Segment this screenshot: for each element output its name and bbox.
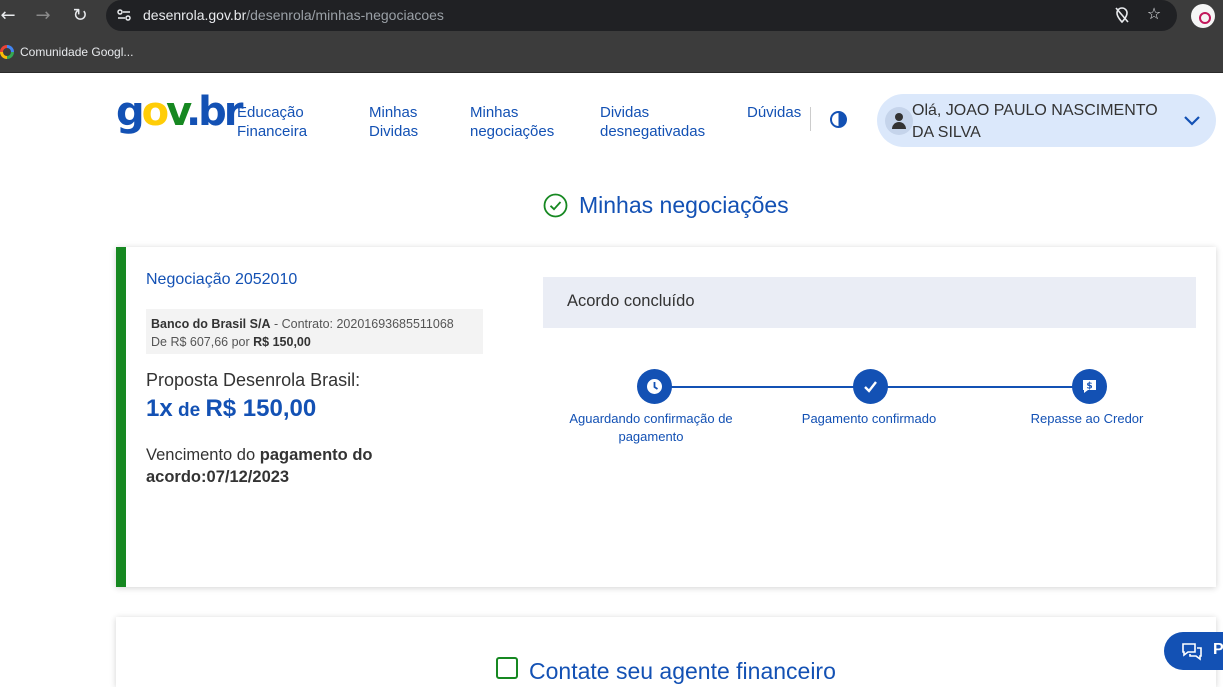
bookmarks-bar: Comunidade Googl... — [0, 32, 1223, 73]
negotiation-card: Negociação 2052010 Banco do Brasil S/A -… — [116, 247, 1216, 587]
nav-label: desnegativadas — [600, 123, 706, 140]
chat-icon — [1182, 643, 1202, 661]
google-icon — [0, 45, 14, 59]
installment-value: R$ 150,00 — [205, 395, 317, 422]
step-1-label: Aguardando confirmação de pagamento — [569, 411, 733, 444]
contact-card: Contate seu agente financeiro — [116, 617, 1216, 687]
forward-button[interactable]: → — [31, 4, 55, 28]
step-2-label: Pagamento confirmado — [801, 411, 937, 426]
money-chat-icon: $ — [1083, 380, 1096, 393]
contrast-icon[interactable] — [830, 111, 847, 128]
bookmark-star-icon[interactable]: ☆ — [1144, 5, 1164, 25]
proposal-de: de — [172, 400, 206, 421]
url-path: /desenrola/minhas-negociacoes — [246, 7, 444, 23]
nav-label: Financeira — [237, 123, 308, 140]
chat-label: P — [1213, 641, 1223, 658]
logo-dot: . — [185, 89, 201, 135]
site-settings-icon[interactable] — [116, 7, 132, 23]
proposal-value: 1x de R$ 150,00 — [146, 395, 316, 423]
step-3-label: Repasse ao Credor — [1030, 411, 1144, 426]
nav-label: Minhas — [369, 104, 418, 121]
nav-divider — [810, 107, 811, 131]
contact-title: Contate seu agente financeiro — [529, 658, 836, 684]
reload-button[interactable]: ↻ — [68, 4, 92, 28]
chevron-down-icon[interactable] — [1182, 110, 1202, 130]
step-2-dot — [853, 369, 888, 404]
status-text: Acordo concluído — [567, 292, 695, 310]
chat-button[interactable]: P — [1164, 632, 1223, 670]
installment-count: 1x — [146, 395, 173, 422]
nav-label: negociações — [470, 123, 555, 140]
proposal-label: Proposta Desenrola Brasil: — [146, 370, 361, 390]
bookmark-label: Comunidade Googl... — [20, 45, 134, 59]
nav-minhas-dividas[interactable]: Minhas Dividas — [369, 103, 418, 141]
user-menu[interactable]: Olá, JOAO PAULO NASCIMENTO DA SILVA — [877, 94, 1216, 147]
url-text[interactable]: desenrola.gov.br/desenrola/minhas-negoci… — [143, 7, 444, 23]
user-greeting-line2: DA SILVA — [912, 124, 981, 141]
logo-g: g — [116, 89, 145, 135]
original-value: De R$ 607,66 por — [151, 335, 254, 349]
step-3-dot: $ — [1072, 369, 1107, 404]
nav-dividas-desnegativadas[interactable]: Dividas desnegativadas — [600, 103, 705, 141]
address-bar[interactable]: desenrola.gov.br/desenrola/minhas-negoci… — [106, 0, 1177, 31]
nav-duvidas[interactable]: Dúvidas — [747, 103, 801, 122]
due-date: Vencimento do pagamento do acordo:07/12/… — [146, 444, 426, 488]
svg-text:$: $ — [1086, 382, 1092, 392]
bank-name: Banco do Brasil S/A — [151, 317, 271, 331]
card-status-bar — [116, 247, 126, 587]
step-1-dot — [637, 369, 672, 404]
nav-label: Dividas — [369, 123, 419, 140]
due-prefix: Vencimento do — [146, 446, 260, 464]
contract-info: Banco do Brasil S/A - Contrato: 20201693… — [146, 309, 483, 354]
logo-b: b — [198, 89, 227, 135]
nav-label: Minhas — [470, 104, 519, 121]
url-host: desenrola.gov.br — [143, 7, 247, 23]
back-button[interactable]: ← — [0, 4, 20, 28]
negotiation-title: Negociação 2052010 — [146, 271, 298, 288]
nav-educacao-financeira[interactable]: Educação Financeira — [237, 103, 307, 141]
profile-avatar[interactable] — [1191, 4, 1215, 28]
user-greeting: Olá, JOAO PAULO NASCIMENTO DA SILVA — [912, 100, 1162, 144]
status-box: Acordo concluído — [543, 277, 1196, 328]
user-greeting-line1: Olá, JOAO PAULO NASCIMENTO — [912, 102, 1158, 119]
check-circle-icon — [543, 193, 568, 217]
page-title-text: Minhas negociações — [579, 191, 789, 218]
nav-label: Dividas — [600, 104, 650, 121]
due-date-value: 07/12/2023 — [206, 468, 290, 486]
browser-toolbar: ← → ↻ desenrola.gov.br/desenrola/minhas-… — [0, 0, 1223, 32]
nav-label: Educação — [237, 104, 304, 121]
govbr-logo[interactable]: gov.br — [116, 89, 243, 136]
negotiated-value: R$ 150,00 — [253, 335, 311, 349]
contract-number: - Contrato: 20201693685511068 — [270, 317, 454, 331]
page-title: Minhas negociações — [543, 189, 789, 221]
location-off-icon[interactable] — [1112, 5, 1132, 25]
clock-icon — [647, 379, 662, 394]
logo-o: o — [141, 89, 170, 135]
nav-minhas-negociacoes[interactable]: Minhas negociações — [470, 103, 554, 141]
bookmark-comunidade-google[interactable]: Comunidade Googl... — [0, 42, 133, 62]
user-avatar-icon — [885, 107, 913, 135]
check-icon — [864, 381, 877, 393]
logo-v: v — [166, 89, 189, 135]
